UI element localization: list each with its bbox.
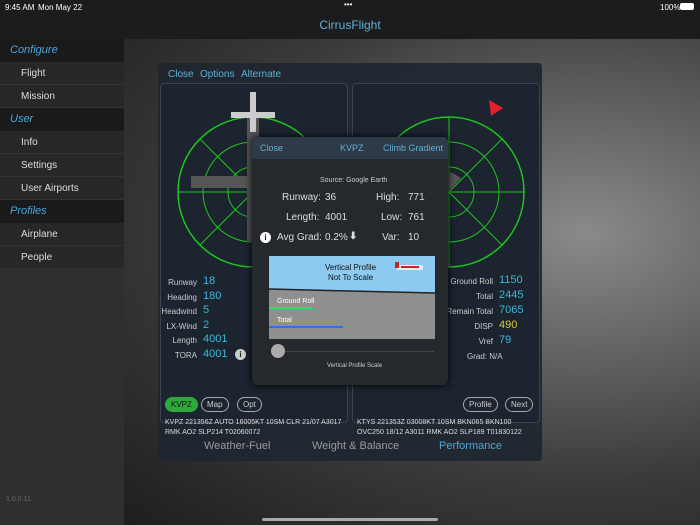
runway-value: 36	[325, 192, 337, 203]
battery-icon	[680, 3, 694, 10]
sidebar-item-airplane[interactable]: Airplane	[0, 223, 124, 246]
sidebar-item-info[interactable]: Info	[0, 131, 124, 154]
var-value: 10	[408, 232, 420, 243]
slider-thumb[interactable]	[271, 344, 285, 358]
scale-label: Vertical Profile Scale	[327, 363, 383, 369]
profile-title-text: Vertical Profile	[325, 263, 377, 272]
ground-roll-bar	[269, 307, 313, 309]
popup-close-button[interactable]: Close	[260, 143, 283, 153]
sidebar-item-settings[interactable]: Settings	[0, 154, 124, 177]
source-label: Source: Google Earth	[320, 177, 388, 184]
next-button[interactable]: Next	[505, 397, 534, 412]
home-indicator[interactable]	[262, 518, 438, 521]
grad-label: Grad: N/A	[467, 352, 503, 361]
tab-performance[interactable]: Performance	[439, 440, 502, 452]
arrival-metar: KTYS 221353Z 03008KT 10SM BKN065 BKN100 …	[357, 419, 522, 436]
length-label: Length:	[286, 212, 320, 223]
profile-subtitle: Not To Scale	[327, 273, 374, 282]
sidebar-item-mission[interactable]: Mission	[0, 85, 124, 108]
profile-button[interactable]: Profile	[463, 397, 498, 412]
high-value: 771	[408, 192, 425, 203]
low-value: 761	[408, 212, 425, 223]
sidebar-item-flight[interactable]: Flight	[0, 62, 124, 85]
climb-gradient-button[interactable]: Climb Gradient	[383, 143, 443, 153]
sidebar-section-configure: Configure	[0, 39, 124, 62]
popup-title: KVPZ	[340, 143, 364, 153]
climb-gradient-popup: Close KVPZ Climb Gradient Source: Google…	[252, 137, 448, 385]
more-icon[interactable]: •••	[344, 0, 352, 9]
sidebar-section-profiles: Profiles	[0, 200, 124, 223]
battery-level: 100%	[660, 3, 681, 12]
map-button[interactable]: Map	[201, 397, 229, 412]
alternate-button[interactable]: Alternate	[241, 69, 281, 80]
length-value: 4001	[325, 212, 348, 223]
status-time: 9:45 AM	[5, 3, 35, 12]
profile-scale-slider[interactable]	[272, 351, 434, 352]
profile-title: Vertical Profile Not To Scale	[325, 263, 376, 283]
options-pill-button[interactable]: Opt	[237, 397, 262, 412]
app-title: CirrusFlight	[0, 14, 700, 39]
runway-label: Runway:	[282, 192, 321, 203]
low-label: Low:	[381, 212, 403, 223]
ground-roll-label: Ground Roll	[277, 298, 315, 305]
var-label: Var:	[382, 232, 400, 243]
close-button[interactable]: Close	[168, 69, 194, 80]
options-button[interactable]: Options	[200, 69, 234, 80]
airport-button[interactable]: KVPZ	[165, 397, 198, 412]
arrow-down-icon: ⬇	[349, 231, 358, 242]
sidebar-section-user: User	[0, 108, 124, 131]
status-bar: 9:45 AM Mon May 22 ••• 100%	[0, 0, 700, 14]
vertical-profile: Vertical Profile Not To Scale Ground Roll…	[269, 256, 435, 339]
version-label: 1.0.0.11	[6, 496, 31, 503]
sidebar-item-user-airports[interactable]: User Airports	[0, 177, 124, 200]
tab-weather-fuel[interactable]: Weather-Fuel	[204, 440, 270, 452]
status-date: Mon May 22	[38, 3, 83, 12]
total-label: Total	[277, 317, 292, 324]
avg-grad-value: 0.2%	[325, 232, 348, 243]
tab-weight-balance[interactable]: Weight & Balance	[312, 440, 399, 452]
departure-metar: KVPZ 221356Z AUTO 16005KT 10SM CLR 21/07…	[165, 419, 342, 436]
total-bar	[269, 326, 343, 328]
high-label: High:	[376, 192, 400, 203]
info-icon[interactable]: i	[260, 232, 271, 243]
info-icon[interactable]: i	[235, 349, 246, 360]
sidebar-item-people[interactable]: People	[0, 246, 124, 269]
sidebar: Configure Flight Mission User Info Setti…	[0, 39, 124, 525]
avg-grad-label: Avg Grad:	[277, 232, 322, 243]
